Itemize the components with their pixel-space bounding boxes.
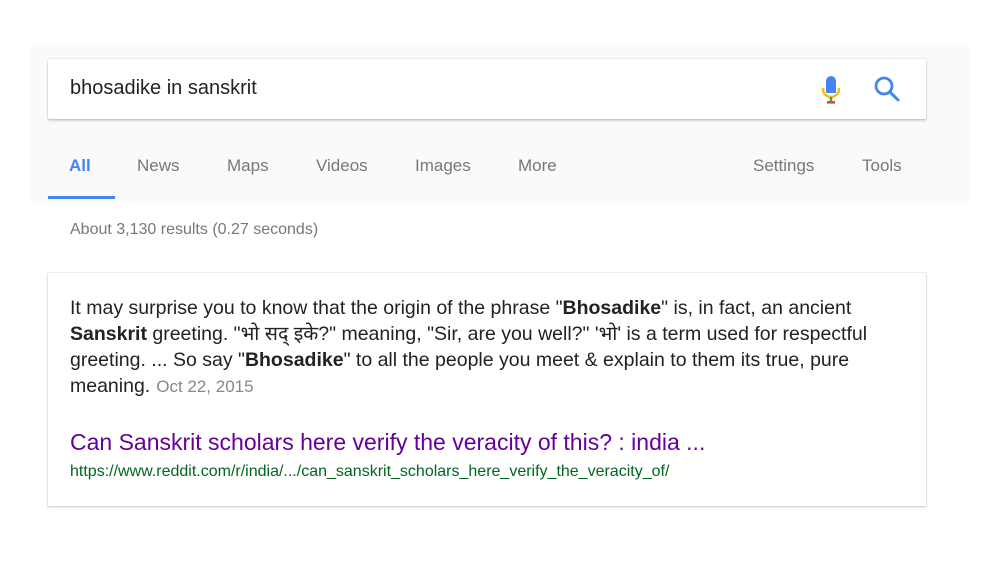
tab-images[interactable]: Images — [415, 156, 471, 176]
active-tab-indicator — [48, 196, 115, 199]
result-title-link[interactable]: Can Sanskrit scholars here verify the ve… — [70, 429, 705, 456]
tab-settings[interactable]: Settings — [753, 156, 814, 176]
snippet-highlight: Sanskrit — [70, 323, 147, 345]
tab-all[interactable]: All — [69, 156, 91, 176]
tab-news[interactable]: News — [137, 156, 180, 176]
microphone-icon[interactable] — [820, 75, 842, 105]
snippet-highlight: Bhosadike — [562, 297, 662, 319]
featured-snippet-text: It may surprise you to know that the ori… — [70, 297, 868, 397]
search-icon[interactable] — [873, 75, 901, 103]
tab-tools[interactable]: Tools — [862, 156, 902, 176]
featured-snippet-card: It may surprise you to know that the ori… — [48, 273, 926, 506]
snippet-date: Oct 22, 2015 — [156, 377, 254, 396]
search-box[interactable]: bhosadike in sanskrit — [48, 59, 926, 119]
result-stats: About 3,130 results (0.27 seconds) — [70, 221, 319, 238]
search-input[interactable]: bhosadike in sanskrit — [70, 74, 806, 102]
tab-more[interactable]: More — [518, 156, 557, 176]
tab-videos[interactable]: Videos — [316, 156, 368, 176]
snippet-highlight: Bhosadike — [244, 349, 344, 371]
tab-maps[interactable]: Maps — [227, 156, 269, 176]
result-url[interactable]: https://www.reddit.com/r/india/.../can_s… — [70, 463, 669, 481]
search-tabs: All News Maps Videos Images More Setting… — [48, 150, 928, 200]
